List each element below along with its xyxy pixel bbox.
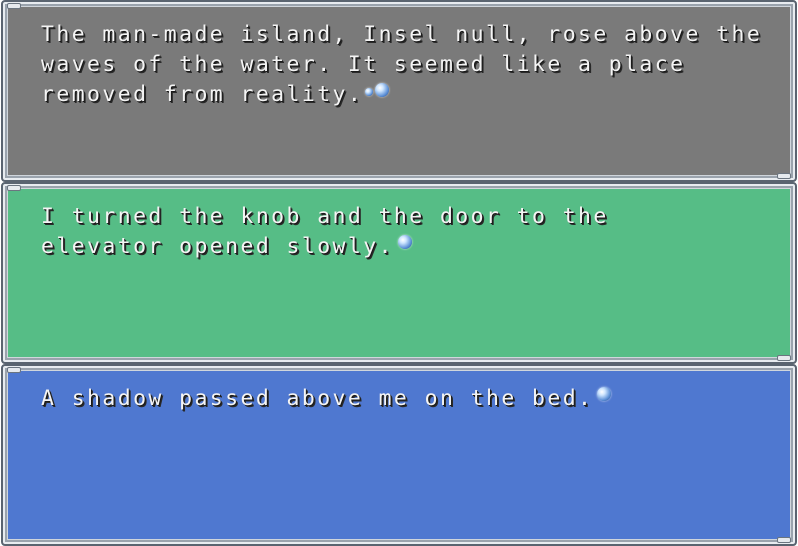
message-window-1[interactable]: The man-made island, Insel null, rose ab… bbox=[1, 0, 797, 182]
bubble-continue-icon bbox=[365, 88, 374, 96]
window-corner-ornament bbox=[7, 3, 21, 9]
message-line: The man-made island, Insel null, rose ab… bbox=[41, 22, 763, 47]
bubble-continue-icon bbox=[397, 235, 412, 249]
message-line: I turned the knob and the door to the bbox=[41, 204, 609, 229]
message-line: waves of the water. It seemed like a pla… bbox=[41, 52, 686, 77]
window-corner-ornament bbox=[777, 355, 791, 361]
message-line: elevator opened slowly. bbox=[41, 234, 394, 259]
message-window-2[interactable]: I turned the knob and the door to the el… bbox=[1, 182, 797, 364]
message-text: I turned the knob and the door to the el… bbox=[41, 202, 765, 262]
window-corner-ornament bbox=[777, 537, 791, 543]
bubble-continue-icon bbox=[597, 387, 612, 401]
window-corner-ornament bbox=[7, 185, 21, 191]
window-corner-ornament bbox=[7, 367, 21, 373]
window-corner-ornament bbox=[777, 173, 791, 179]
message-text: A shadow passed above me on the bed. bbox=[41, 384, 765, 414]
message-line: removed from reality. bbox=[41, 82, 364, 107]
message-window-3[interactable]: A shadow passed above me on the bed. bbox=[1, 364, 797, 546]
message-line: A shadow passed above me on the bed. bbox=[41, 386, 594, 411]
bubble-continue-icon bbox=[375, 83, 390, 97]
message-text: The man-made island, Insel null, rose ab… bbox=[41, 20, 765, 110]
